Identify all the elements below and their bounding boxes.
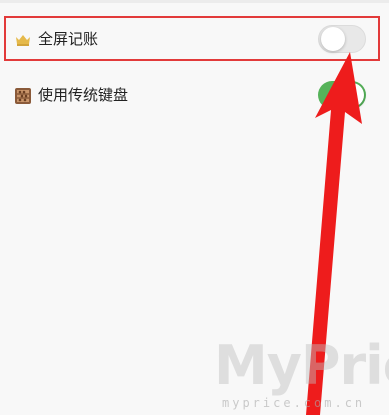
crown-icon — [14, 31, 32, 49]
fullscreen-toggle[interactable] — [318, 25, 366, 53]
setting-label-fullscreen: 全屏记账 — [38, 31, 99, 48]
watermark-logo: MyPrice — [214, 334, 389, 397]
setting-row-traditional-keyboard[interactable]: 使用传统键盘 — [0, 70, 389, 122]
abacus-icon — [14, 87, 32, 105]
setting-row-fullscreen[interactable]: 全屏记账 — [0, 14, 389, 66]
toggle-knob — [340, 83, 364, 107]
traditional-keyboard-toggle[interactable] — [318, 81, 366, 109]
watermark-domain: myprice.com.cn — [222, 396, 366, 410]
top-divider — [0, 0, 389, 3]
setting-label-traditional-keyboard: 使用传统键盘 — [38, 87, 129, 104]
toggle-knob — [321, 27, 345, 51]
